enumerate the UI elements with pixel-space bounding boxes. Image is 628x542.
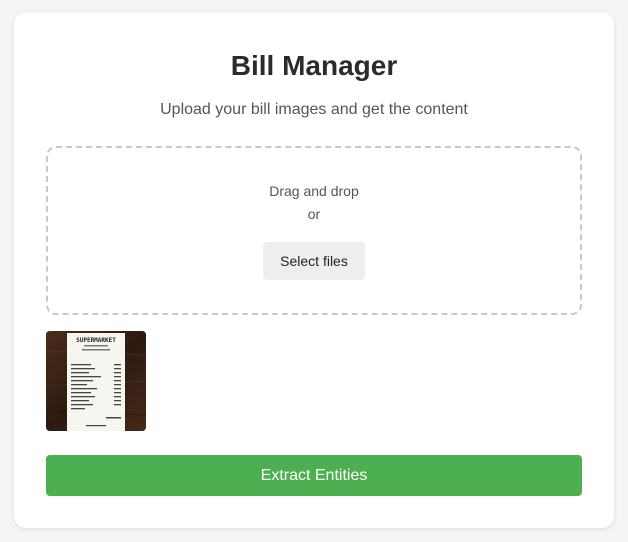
select-files-button[interactable]: Select files (263, 242, 365, 280)
extract-entities-button[interactable]: Extract Entities (46, 455, 582, 496)
receipt-heading: SUPERMARKET (76, 337, 116, 344)
bill-manager-card: Bill Manager Upload your bill images and… (14, 12, 614, 528)
or-text: or (307, 206, 321, 222)
uploaded-bill-thumbnail[interactable]: SUPERMARKET (46, 331, 146, 431)
file-dropzone[interactable]: Drag and drop or Select files (46, 146, 582, 315)
page-subtitle: Upload your bill images and get the cont… (160, 101, 468, 118)
drag-drop-text: Drag and drop (269, 183, 359, 199)
receipt-image: SUPERMARKET (46, 331, 146, 431)
page-title: Bill Manager (230, 50, 398, 81)
